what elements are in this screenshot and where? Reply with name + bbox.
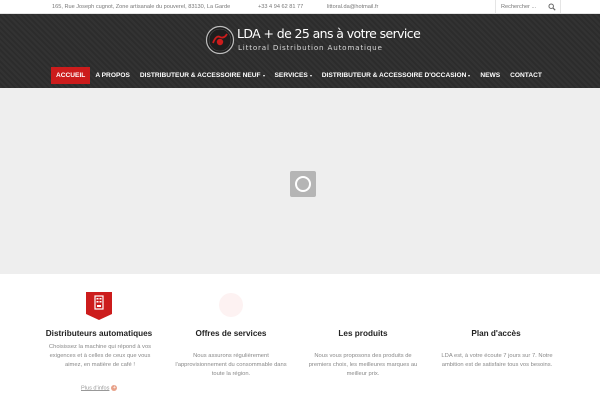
service-icon[interactable]	[218, 292, 244, 320]
main-nav: ACCUEIL A PROPOS DISTRIBUTEUR & ACCESSOI…	[51, 67, 547, 84]
nav-item-services[interactable]: SERVICES	[270, 67, 317, 84]
feature-title: Les produits	[338, 329, 388, 338]
map-icon[interactable]	[483, 292, 509, 320]
nav-item-news[interactable]: NEWS	[475, 67, 505, 84]
caret-down-icon	[262, 74, 265, 77]
phone-text[interactable]: +33 4 94 62 81 77	[258, 4, 303, 10]
nav-label: A PROPOS	[95, 72, 130, 79]
site-logo[interactable]: LDA + de 25 ans à votre service Littoral…	[205, 25, 421, 55]
feature-text: Choisissez la machine qui répond à vos e…	[48, 344, 152, 368]
nav-item-a-propos[interactable]: A PROPOS	[90, 67, 135, 84]
search-box	[495, 0, 561, 14]
nav-item-distributeur-occasion[interactable]: DISTRIBUTEUR & ACCESSOIRE D'OCCASION	[317, 67, 476, 84]
nav-label: DISTRIBUTEUR & ACCESSOIRE NEUF	[139, 72, 261, 79]
top-bar: 165, Rue Joseph cugnot, Zone artisanale …	[0, 0, 600, 14]
nav-label: DISTRIBUTEUR & ACCESSOIRE D'OCCASION	[321, 72, 467, 79]
nav-label: NEWS	[480, 72, 501, 79]
products-icon[interactable]	[350, 292, 376, 320]
site-tagline: LDA + de 25 ans à votre service	[237, 26, 421, 41]
plus-icon: +	[111, 385, 118, 391]
email-link[interactable]: littoral.da@hotmail.fr	[327, 4, 378, 10]
feature-title: Plan d'accès	[471, 329, 521, 338]
nav-label: ACCUEIL	[56, 72, 86, 79]
feature-text: LDA est, à votre écoute 7 jours sur 7. N…	[441, 353, 553, 368]
feature-title: Offres de services	[195, 329, 267, 338]
feature-text: Nous vous proposons des produits de prem…	[308, 353, 418, 377]
site-subtitle: Littoral Distribution Automatique	[238, 43, 383, 52]
vending-machine-icon[interactable]	[86, 292, 112, 320]
more-info-link[interactable]: Plus d'infos +	[81, 385, 118, 392]
site-header: LDA + de 25 ans à votre service Littoral…	[0, 14, 600, 88]
address-text: 165, Rue Joseph cugnot, Zone artisanale …	[52, 4, 231, 10]
search-input[interactable]	[496, 0, 544, 13]
nav-item-accueil[interactable]: ACCUEIL	[51, 67, 91, 84]
more-info-label: Plus d'infos	[81, 385, 110, 392]
features-section: Distributeurs automatiques Choisissez la…	[0, 274, 600, 400]
search-icon[interactable]	[548, 3, 556, 11]
nav-label: SERVICES	[274, 72, 308, 79]
nav-label: CONTACT	[510, 72, 542, 79]
loading-spinner-icon	[290, 171, 316, 197]
hero-slider	[0, 88, 600, 274]
nav-item-contact[interactable]: CONTACT	[505, 67, 547, 84]
logo-emblem-icon	[205, 25, 235, 55]
caret-down-icon	[309, 74, 312, 77]
feature-text: Nous assurons régulièrement l'approvisio…	[175, 353, 287, 377]
nav-item-distributeur-neuf[interactable]: DISTRIBUTEUR & ACCESSOIRE NEUF	[135, 67, 270, 84]
spinner-ring	[295, 176, 311, 192]
feature-title: Distributeurs automatiques	[45, 329, 153, 338]
caret-down-icon	[468, 74, 471, 77]
